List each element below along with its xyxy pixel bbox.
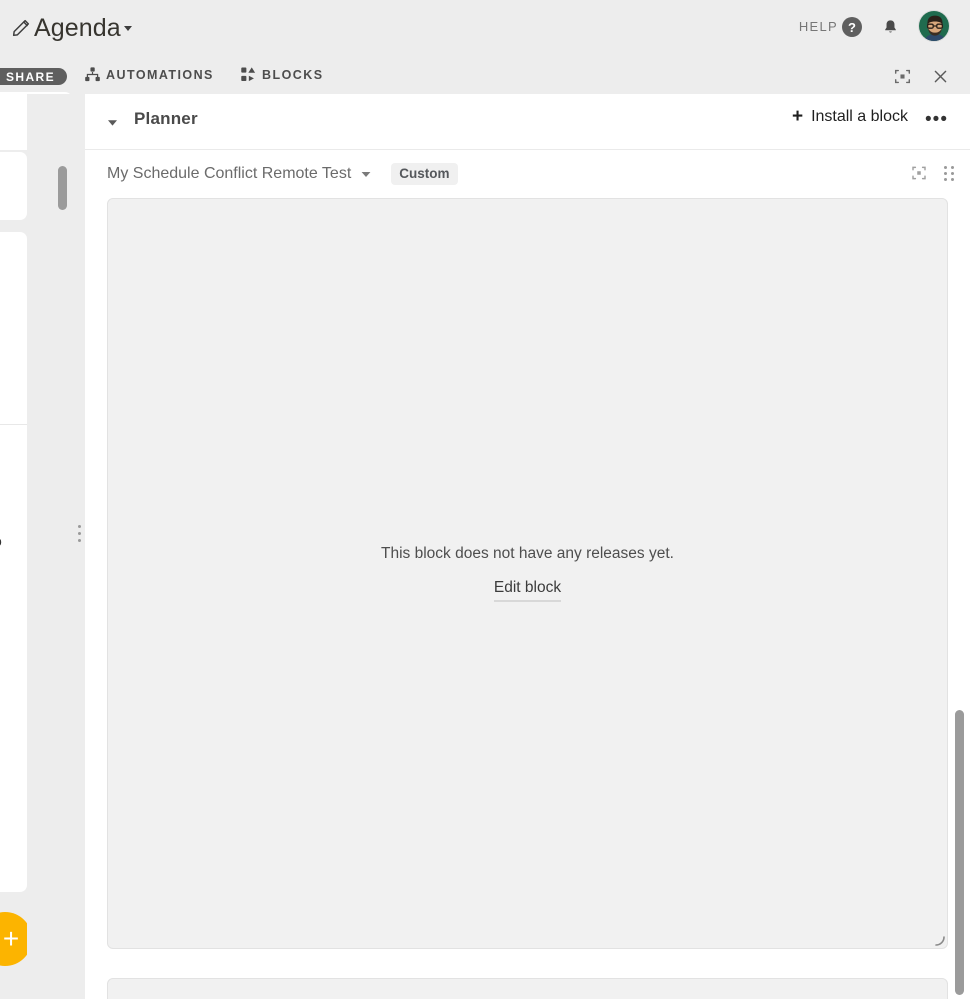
blocks-icon (240, 66, 257, 83)
triangle-down-icon[interactable] (360, 168, 372, 180)
focus-frame-icon[interactable] (890, 64, 914, 88)
block-section: My Schedule Conflict Remote Test Custom (85, 150, 970, 999)
app-window: Agenda HELP ? SHARE AUTOMATIONS BLOCKS +… (0, 0, 970, 999)
block-canvas: This block does not have any releases ye… (107, 198, 948, 949)
install-block-label: Install a block (811, 108, 908, 125)
block-canvas-next (107, 978, 948, 999)
avatar[interactable] (918, 10, 950, 42)
chevron-down-icon[interactable] (122, 22, 134, 34)
resize-grip-icon[interactable] (931, 932, 945, 946)
nav-item-automations-label: AUTOMATIONS (106, 67, 214, 82)
section-title: Planner (134, 109, 198, 128)
left-card-lower[interactable] (0, 232, 27, 892)
vertical-dots-handle-icon[interactable] (72, 521, 86, 545)
bell-icon[interactable] (878, 15, 902, 39)
overflow-menu-button[interactable]: ••• (925, 110, 948, 129)
plus-icon: + (791, 106, 804, 127)
close-icon[interactable] (928, 64, 952, 88)
install-block-button[interactable]: + Install a block (791, 106, 908, 127)
main-panel-header: Planner + Install a block ••• (85, 94, 970, 150)
left-scrollbar-thumb[interactable] (58, 166, 67, 210)
help-label[interactable]: HELP (799, 19, 838, 34)
page-title: Agenda (34, 14, 121, 42)
left-card-upper[interactable] (0, 152, 27, 220)
share-button[interactable]: SHARE (0, 68, 68, 85)
six-dots-drag-icon[interactable] (944, 165, 954, 181)
block-tools (908, 162, 954, 184)
main-panel: Planner + Install a block ••• My Schedul… (85, 94, 970, 999)
nav-item-automations[interactable]: AUTOMATIONS (84, 66, 214, 83)
edit-block-link[interactable]: Edit block (493, 579, 562, 602)
left-card-divider (0, 424, 27, 425)
top-app-bar: Agenda HELP ? (0, 0, 970, 57)
block-meta-row: My Schedule Conflict Remote Test Custom (85, 150, 970, 198)
status-badge: Custom (391, 163, 458, 185)
sitemap-icon (84, 66, 101, 83)
left-gutter (27, 94, 85, 999)
nav-item-blocks-label: BLOCKS (262, 67, 324, 82)
nav-item-blocks[interactable]: BLOCKS (240, 66, 323, 83)
main-scrollbar-thumb[interactable] (955, 710, 964, 995)
empty-state-message: This block does not have any releases ye… (381, 545, 674, 563)
focus-frame-icon[interactable] (908, 162, 930, 184)
pencil-icon[interactable] (6, 13, 36, 43)
triangle-down-icon[interactable] (106, 116, 119, 129)
block-name[interactable]: My Schedule Conflict Remote Test (107, 165, 351, 183)
help-icon[interactable]: ? (842, 17, 862, 37)
left-truncated-label: o (0, 533, 2, 549)
